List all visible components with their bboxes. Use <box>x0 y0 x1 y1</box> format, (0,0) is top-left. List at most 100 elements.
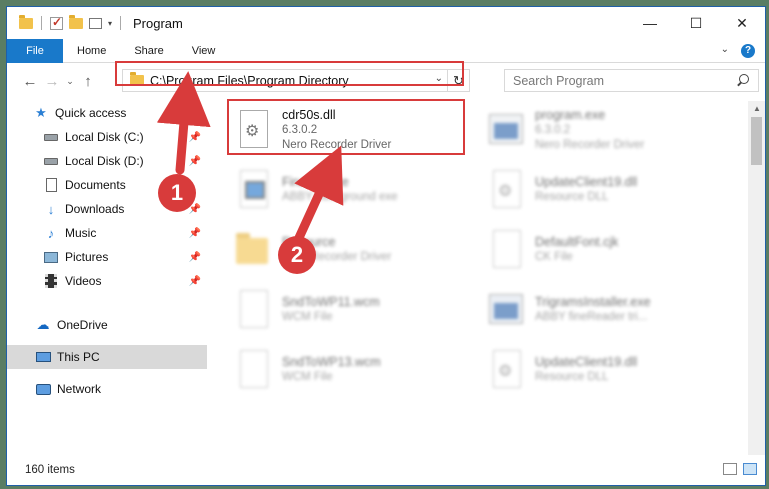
divider <box>41 16 42 30</box>
file-version: 6.3.0.2 <box>535 123 571 136</box>
forward-arrow-icon[interactable]: → <box>41 73 63 90</box>
pin-icon[interactable]: 📌 <box>189 228 201 239</box>
folder-icon[interactable] <box>19 14 33 29</box>
sidebar-item-this-pc[interactable]: This PC <box>7 345 207 369</box>
file-item-updateclient19-dll[interactable]: UpdateClient19.dll Resource DLL <box>487 165 717 215</box>
pc-icon <box>35 350 51 364</box>
file-item-updateclient19-dll-2[interactable]: UpdateClient19.dll Resource DLL <box>487 345 717 395</box>
pin-icon[interactable]: 📌 <box>189 252 201 263</box>
help-icon[interactable]: ? <box>741 44 755 58</box>
tab-home[interactable]: Home <box>63 39 120 63</box>
cloud-icon: ☁ <box>36 317 50 332</box>
sidebar-item-music[interactable]: ♪ Music 📌 <box>7 221 207 245</box>
sidebar-item-local-disk-c[interactable]: Local Disk (C:) 📌 <box>7 125 207 149</box>
documents-icon <box>43 178 59 192</box>
file-name: UpdateClient19.dll <box>535 355 638 369</box>
file-description: WCM File <box>282 311 333 323</box>
file-icon <box>234 348 272 392</box>
file-name: SndToWP13.wcm <box>282 355 381 369</box>
file-item-program-exe[interactable]: program.exe 6.3.0.2 Nero Recorder Driver <box>487 105 717 155</box>
file-highlight <box>227 99 465 155</box>
sidebar-item-label: Music <box>65 226 97 240</box>
back-arrow-icon[interactable]: ← <box>19 73 41 90</box>
file-icon <box>234 288 272 332</box>
properties-check-icon[interactable] <box>50 15 63 30</box>
minimize-button[interactable]: — <box>627 7 673 39</box>
file-description: CK File <box>535 251 573 263</box>
file-item-sndtowp13-wcm[interactable]: SndToWP13.wcm WCM File <box>234 345 464 395</box>
sidebar-item-onedrive[interactable]: ☁ OneDrive <box>7 313 207 337</box>
scroll-up-icon[interactable]: ▲ <box>753 104 761 113</box>
search-input[interactable]: Search Program <box>504 69 759 92</box>
file-icon <box>487 348 525 392</box>
properties-icon[interactable] <box>89 17 102 29</box>
file-description: Resource DLL <box>535 191 609 203</box>
file-item-resource-folder[interactable]: Resource Nero Recorder Driver <box>234 225 464 275</box>
view-toggles <box>723 463 757 475</box>
window-title: Program <box>133 15 183 31</box>
file-description: ABBY background exe <box>282 191 398 203</box>
sidebar-item-label: Documents <box>65 178 126 192</box>
maximize-button[interactable]: ☐ <box>673 7 719 39</box>
ribbon-tabs: File Home Share View ⌄ ? <box>7 38 765 63</box>
window-file-icon <box>234 168 272 212</box>
address-bar-highlight <box>115 61 464 86</box>
search-placeholder[interactable]: Search Program <box>513 74 604 88</box>
file-name: program.exe <box>535 107 606 122</box>
navigation-pane: ★ Quick access Local Disk (C:) 📌 Local D… <box>7 101 207 455</box>
sidebar-item-videos[interactable]: Videos 📌 <box>7 269 207 293</box>
up-arrow-icon[interactable]: ↑ <box>77 73 99 90</box>
tab-file[interactable]: File <box>7 38 63 63</box>
sidebar-item-label: Downloads <box>65 202 125 216</box>
vertical-scrollbar[interactable]: ▲ <box>748 101 765 455</box>
file-description: ABBY fineReader tri... <box>535 311 648 323</box>
pictures-icon <box>43 250 59 264</box>
details-view-icon[interactable] <box>723 463 737 475</box>
sidebar-item-network[interactable]: Network <box>7 377 207 401</box>
chevron-down-icon[interactable]: ▾ <box>108 19 112 28</box>
pin-icon[interactable]: 📌 <box>189 156 201 167</box>
sidebar-item-local-disk-d[interactable]: Local Disk (D:) 📌 <box>7 149 207 173</box>
exe-icon <box>487 108 525 152</box>
sidebar-item-label: This PC <box>57 350 100 364</box>
music-icon: ♪ <box>47 225 55 241</box>
new-folder-icon[interactable] <box>69 14 83 29</box>
title-bar: ▾ Program — ☐ ✕ <box>7 7 765 39</box>
quick-access-toolbar: ▾ <box>19 14 123 30</box>
recent-locations-icon[interactable]: ⌄ <box>63 76 77 87</box>
drive-icon <box>43 130 59 144</box>
pin-icon[interactable]: 📌 <box>189 276 201 287</box>
file-name: DefaultFont.cjk <box>535 235 619 249</box>
expand-ribbon-icon[interactable]: ⌄ <box>721 44 729 55</box>
sidebar-item-label: Pictures <box>65 250 109 264</box>
file-item-sndtowp11-wcm[interactable]: SndToWP11.wcm WCM File <box>234 285 464 335</box>
status-bar: 160 items <box>7 455 765 485</box>
tab-view[interactable]: View <box>178 39 230 63</box>
sidebar-item-quick-access[interactable]: ★ Quick access <box>7 101 207 125</box>
file-name: Finalize.exe <box>282 175 349 189</box>
folder-icon <box>234 228 272 272</box>
star-icon: ★ <box>35 105 47 120</box>
close-button[interactable]: ✕ <box>719 7 765 39</box>
file-item-trigramsinstaller-exe[interactable]: TrigramsInstaller.exe ABBY fineReader tr… <box>487 285 717 335</box>
file-icon <box>487 168 525 212</box>
download-icon: ↓ <box>47 201 55 217</box>
file-item-finalize-exe[interactable]: Finalize.exe ABBY background exe <box>234 165 464 215</box>
item-count: 160 items <box>25 464 75 476</box>
network-icon <box>35 382 51 396</box>
drive-icon <box>43 154 59 168</box>
sidebar-item-label: Local Disk (D:) <box>65 154 144 168</box>
scrollbar-thumb[interactable] <box>751 117 762 165</box>
file-name: UpdateClient19.dll <box>535 175 638 189</box>
sidebar-item-pictures[interactable]: Pictures 📌 <box>7 245 207 269</box>
pin-icon[interactable]: 📌 <box>189 132 201 143</box>
search-icon[interactable] <box>734 72 752 90</box>
sidebar-item-label: Local Disk (C:) <box>65 130 144 144</box>
sidebar-item-label: OneDrive <box>57 318 108 332</box>
divider <box>120 16 122 30</box>
file-item-defaultfont-cjk[interactable]: DefaultFont.cjk CK File <box>487 225 717 275</box>
large-icons-view-icon[interactable] <box>743 463 757 475</box>
file-description: WCM File <box>282 371 333 383</box>
tab-share[interactable]: Share <box>120 39 177 63</box>
callout-2: 2 <box>278 236 316 274</box>
